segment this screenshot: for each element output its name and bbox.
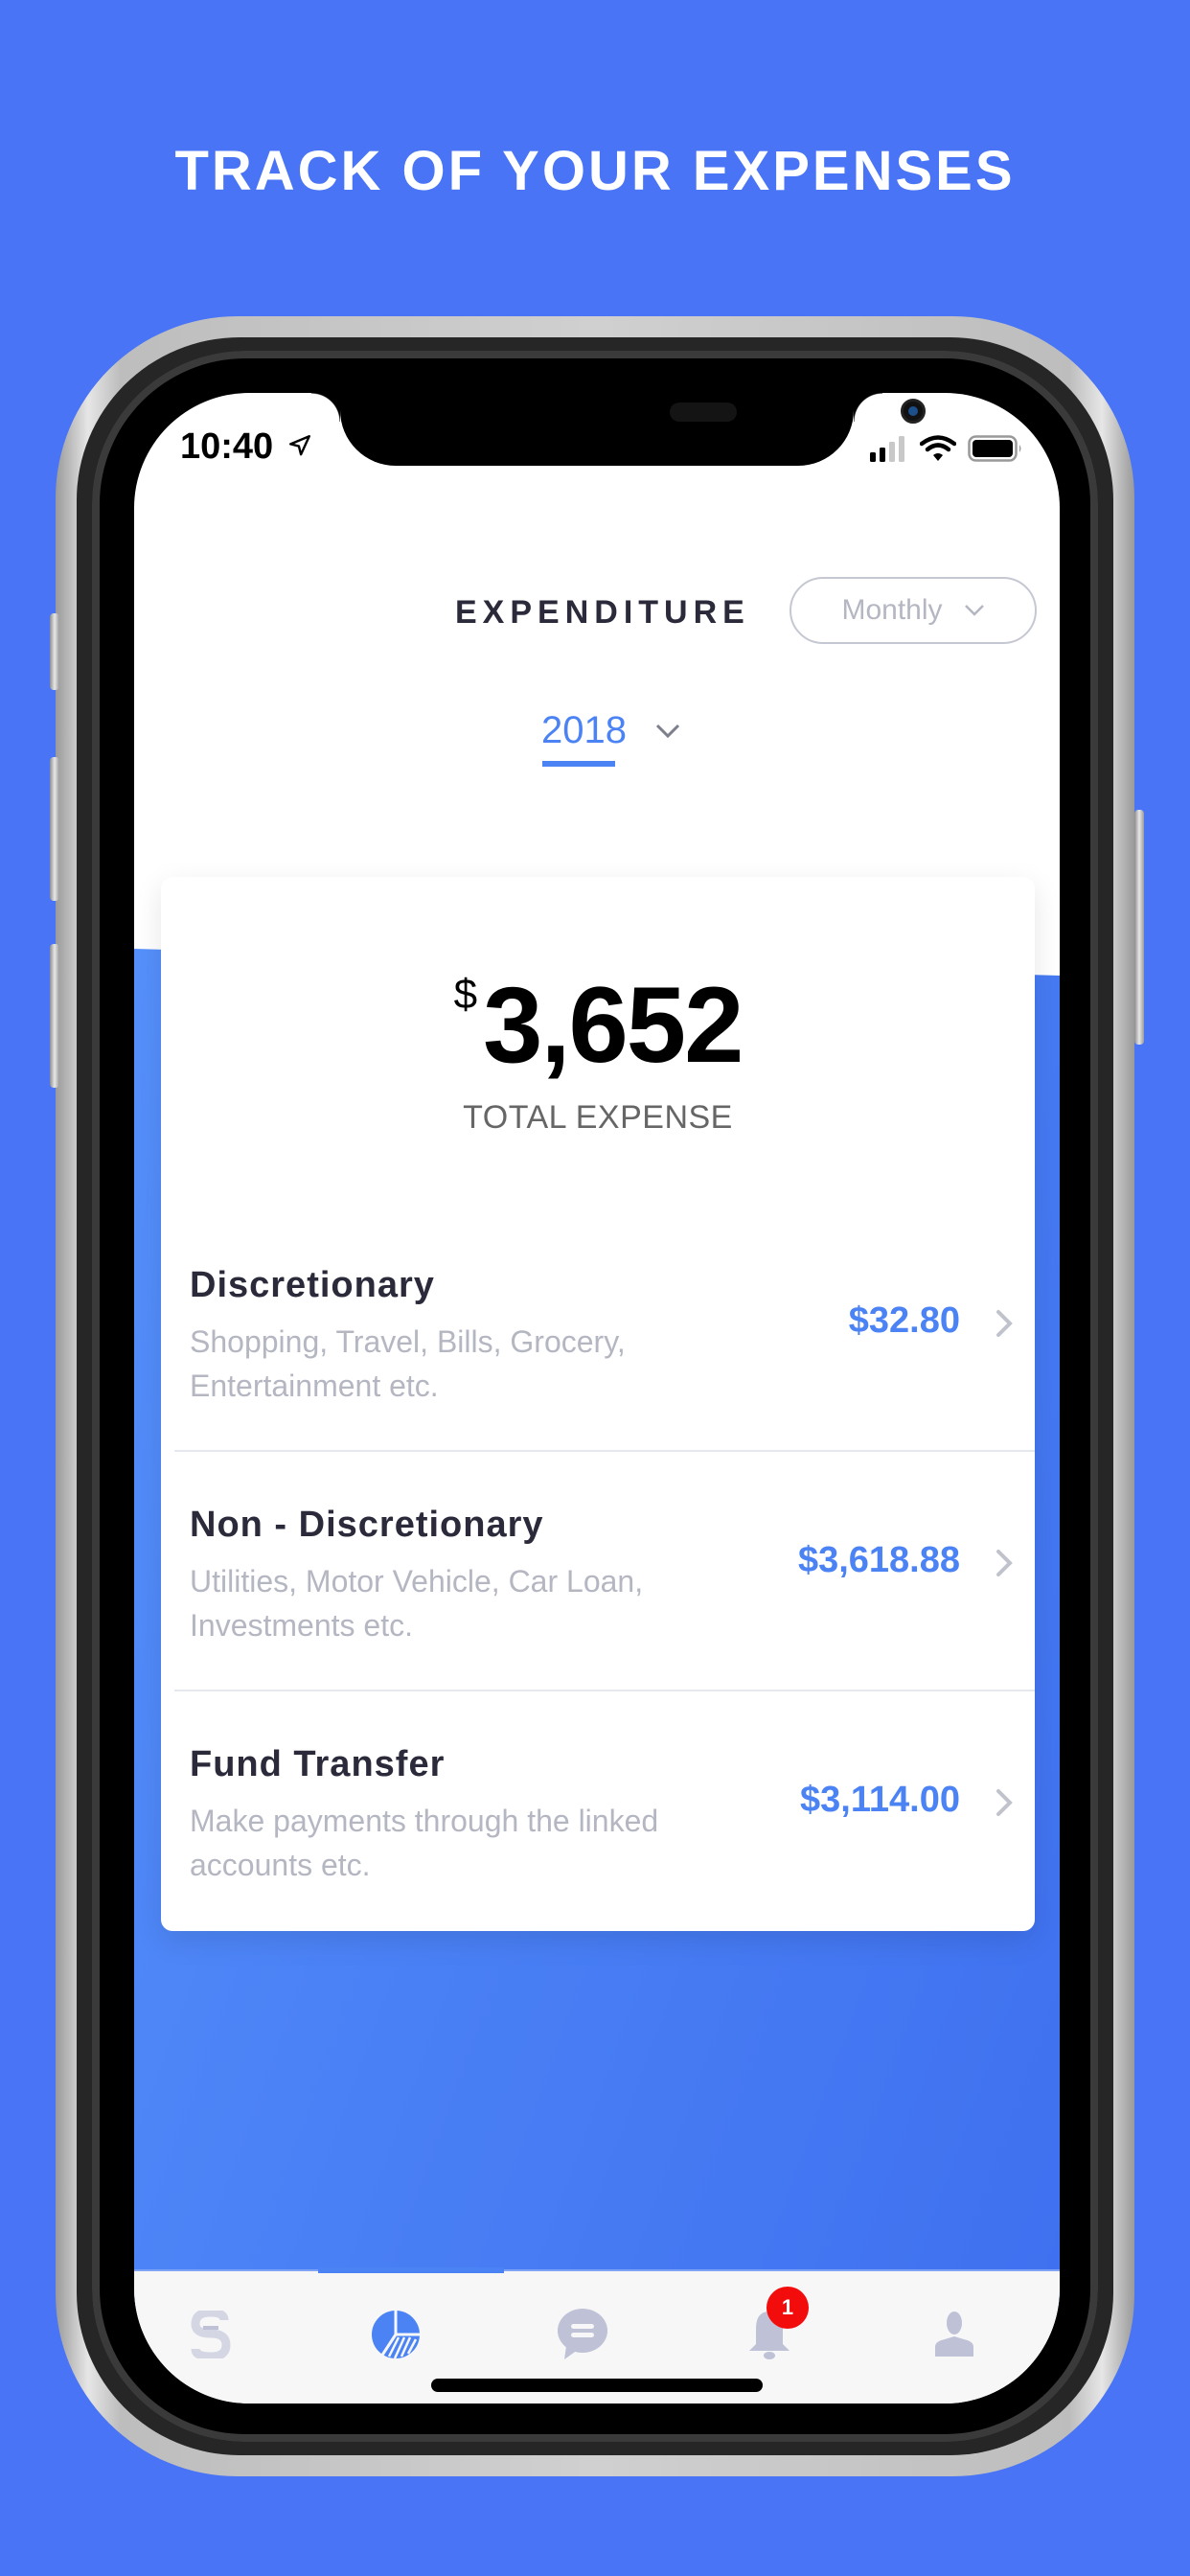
marketing-headline: TRACK OF YOUR EXPENSES (174, 140, 1016, 202)
category-amount: $3,618.88 (797, 1540, 960, 1580)
category-description: Make payments through the linked account… (190, 1804, 659, 1882)
volume-up-button (50, 757, 59, 901)
status-icons (870, 435, 1023, 462)
category-title: Fund Transfer (190, 1744, 446, 1784)
tab-transfer[interactable] (182, 2306, 240, 2363)
chevron-right-icon (996, 1310, 1013, 1337)
mute-switch (50, 613, 59, 690)
phone-screen: 10:40 EXPENDITURE Monthly 2018 $3,652 TO… (134, 393, 1060, 2404)
category-description: Shopping, Travel, Bills, Grocery, Entert… (190, 1324, 626, 1403)
category-description: Utilities, Motor Vehicle, Car Loan, Inve… (190, 1564, 644, 1643)
category-row-discretionary[interactable]: Discretionary Shopping, Travel, Bills, G… (161, 1212, 1035, 1452)
location-arrow-icon (289, 435, 310, 456)
category-title: Non - Discretionary (190, 1505, 544, 1545)
notch (311, 393, 926, 466)
tab-profile[interactable] (926, 2306, 983, 2363)
category-amount: $32.80 (848, 1300, 960, 1341)
chevron-right-icon (996, 1550, 1013, 1576)
year-underline (542, 761, 615, 767)
tab-expenditure[interactable] (367, 2306, 424, 2363)
chat-bubble-icon (558, 2309, 607, 2359)
year-dropdown[interactable]: 2018 (541, 709, 680, 752)
year-dropdown-value: 2018 (541, 709, 627, 751)
speaker (670, 402, 737, 422)
home-indicator[interactable] (431, 2379, 763, 2392)
front-camera (901, 399, 926, 424)
cellular-signal-icon (870, 436, 904, 462)
wifi-icon (920, 435, 956, 461)
period-dropdown[interactable]: Monthly (790, 577, 1037, 644)
total-expense-label: TOTAL EXPENSE (463, 1099, 733, 1136)
power-button (1134, 810, 1144, 1045)
notification-badge: 1 (767, 2287, 809, 2329)
tab-messages[interactable] (554, 2306, 611, 2363)
volume-down-button (50, 944, 59, 1088)
status-time: 10:40 (180, 426, 274, 467)
chevron-down-icon (964, 605, 984, 616)
total-expense-value: 3,652 (483, 965, 744, 1085)
category-amount: $3,114.00 (800, 1780, 960, 1820)
dollar-exchange-icon (191, 2311, 231, 2358)
user-icon (935, 2312, 973, 2357)
total-expense-amount: $3,652 (161, 963, 1035, 1087)
pie-chart-icon (372, 2311, 420, 2359)
category-row-fund-transfer[interactable]: Fund Transfer Make payments through the … (161, 1691, 1035, 1931)
category-title: Discretionary (190, 1265, 435, 1305)
expense-summary-card: $3,652 TOTAL EXPENSE Discretionary Shopp… (161, 877, 1035, 1931)
chevron-right-icon (996, 1789, 1013, 1816)
page-title: EXPENDITURE (455, 594, 750, 631)
category-row-non-discretionary[interactable]: Non - Discretionary Utilities, Motor Veh… (161, 1452, 1035, 1691)
period-dropdown-value: Monthly (841, 594, 943, 626)
active-tab-indicator (318, 2267, 504, 2273)
chevron-down-icon (655, 724, 680, 738)
currency-symbol: $ (453, 971, 478, 1018)
battery-icon (968, 435, 1021, 462)
